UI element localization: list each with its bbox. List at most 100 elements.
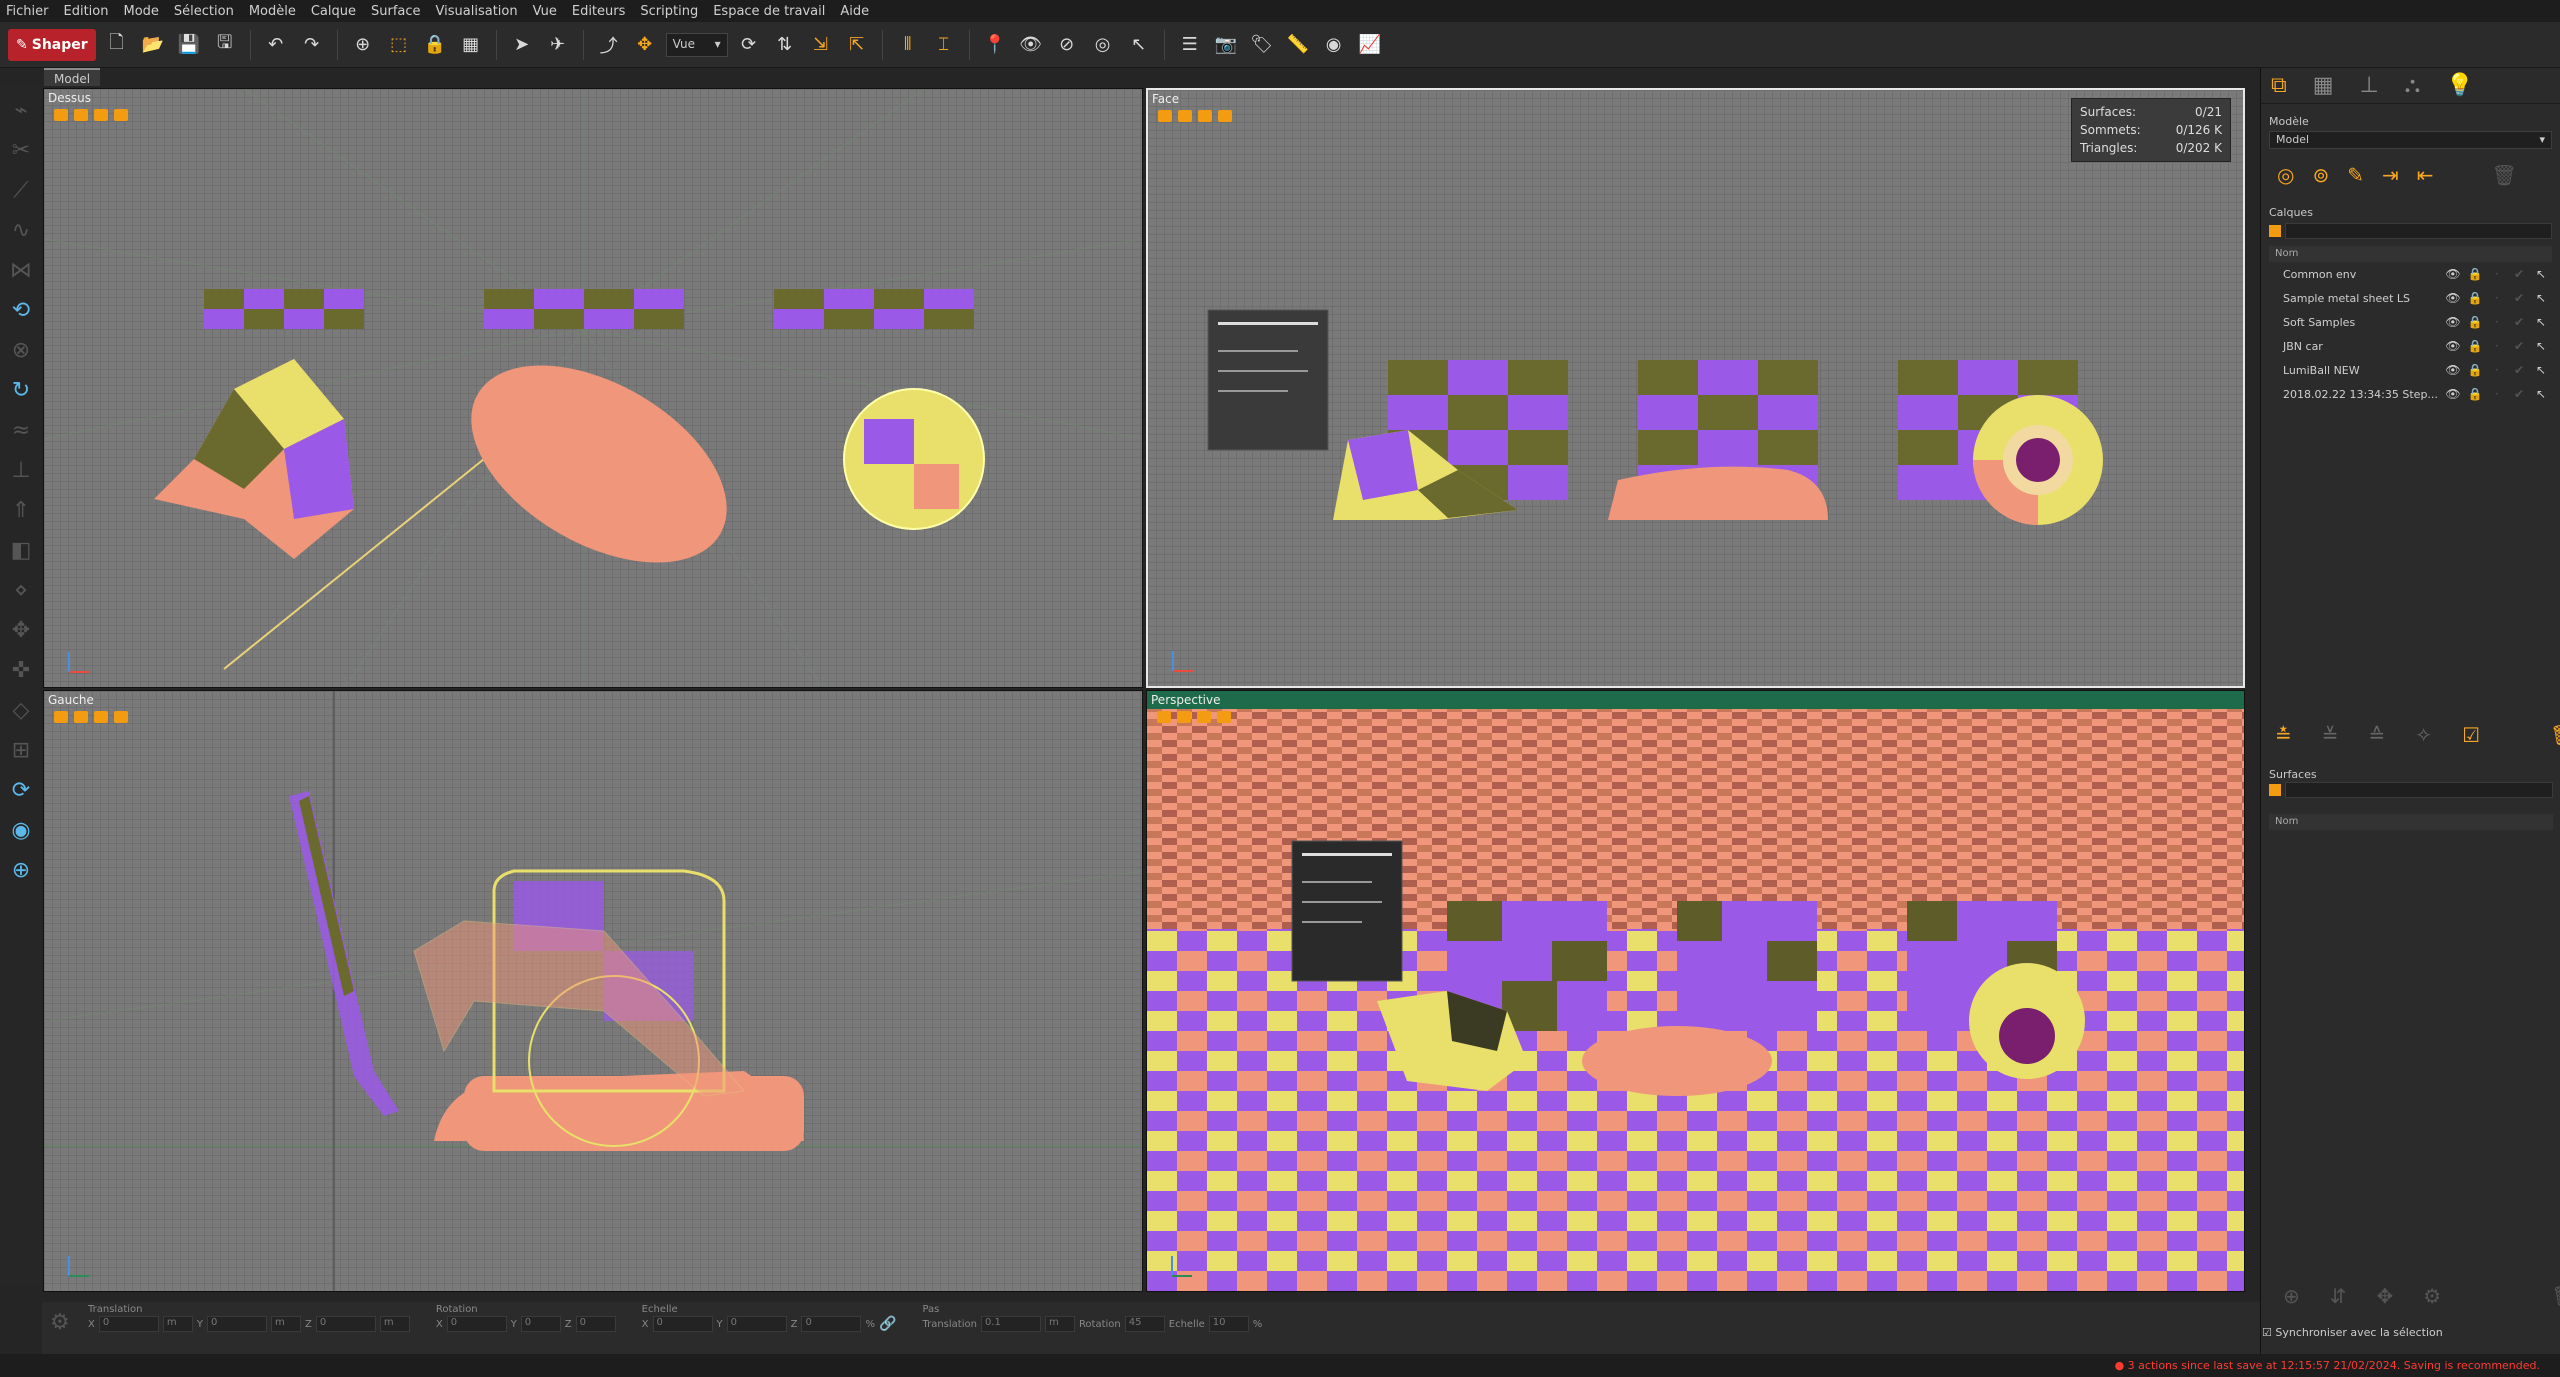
viewport-camera-icons[interactable] [54, 109, 128, 121]
menu-item-2[interactable]: Mode [123, 4, 158, 19]
rotation-y-field[interactable]: 0 [520, 1316, 561, 1332]
tab-model-icon[interactable]: ⧉ [2271, 73, 2287, 98]
dot-icon[interactable]: · [2486, 387, 2508, 401]
surface-move-icon[interactable]: ⊕ [2283, 1284, 2300, 1308]
orbit-icon[interactable]: ⟳ [5, 778, 37, 808]
menu-item-7[interactable]: Visualisation [436, 4, 518, 19]
weld-icon[interactable]: ⊗ [5, 338, 37, 368]
isolate-icon[interactable]: ◎ [1088, 30, 1118, 60]
dot-icon[interactable]: · [2486, 339, 2508, 353]
link-scale-icon[interactable]: 🔗 [879, 1316, 896, 1332]
plane-icon[interactable]: ✈ [543, 30, 573, 60]
move-vertex-icon[interactable]: ✥ [5, 618, 37, 648]
surface-align-icon[interactable]: ✥ [2377, 1284, 2394, 1308]
lock-icon[interactable]: 🔒 [2464, 291, 2486, 305]
lock-icon[interactable]: 🔒 [2464, 315, 2486, 329]
measure-icon[interactable]: 📏 [1283, 30, 1313, 60]
menu-item-10[interactable]: Scripting [640, 4, 698, 19]
snap-grid-icon[interactable]: ⊞ [5, 738, 37, 768]
save-icon[interactable]: 💾 [174, 30, 204, 60]
vertex-icon[interactable]: ⋄ [5, 578, 37, 608]
pin-icon[interactable]: 📍 [980, 30, 1010, 60]
save-as-icon[interactable]: 🖫 [210, 30, 240, 60]
check-icon[interactable]: ✔ [2508, 363, 2530, 377]
menu-item-12[interactable]: Aide [840, 4, 869, 19]
mirror-icon[interactable]: ⫴ [893, 30, 923, 60]
translation-x-unit[interactable]: m [162, 1316, 193, 1332]
viewport-camera-icons[interactable] [1157, 711, 1231, 723]
tab-light-icon[interactable]: 💡 [2446, 73, 2473, 98]
document-tab[interactable]: Model [44, 68, 101, 86]
scale-x-field[interactable]: 0 [652, 1316, 713, 1332]
layer-row[interactable]: Soft Samples 👁 🔒 · ✔ ↖ [2269, 310, 2552, 334]
settings-sliders-icon[interactable]: ☰ [1175, 30, 1205, 60]
eye-icon[interactable]: 👁 [2442, 339, 2464, 353]
menu-item-5[interactable]: Calque [311, 4, 356, 19]
menu-item-11[interactable]: Espace de travail [713, 4, 825, 19]
sync-selection-checkbox[interactable]: ☑ Synchroniser avec la sélection [2262, 1326, 2443, 1339]
lock-icon[interactable]: 🔒 [2464, 387, 2486, 401]
menu-item-4[interactable]: Modèle [249, 4, 296, 19]
eye-icon[interactable]: 👁 [2442, 387, 2464, 401]
pick-icon[interactable]: ✎ [2347, 163, 2364, 187]
transform-icon[interactable]: ⊕ [348, 30, 378, 60]
surface-sort-icon[interactable]: ⇵ [2330, 1284, 2347, 1308]
cursor-icon[interactable]: ↖ [2530, 339, 2552, 353]
eye-icon[interactable]: 👁 [2442, 363, 2464, 377]
dot-icon[interactable]: · [2486, 267, 2508, 281]
viewport-camera-icons[interactable] [54, 711, 128, 723]
new-file-icon[interactable]: 🗋 [102, 30, 132, 60]
layer-row[interactable]: JBN car 👁 🔒 · ✔ ↖ [2269, 334, 2552, 358]
translation-y-field[interactable]: 0 [206, 1316, 267, 1332]
layer-row[interactable]: Common env 👁 🔒 · ✔ ↖ [2269, 262, 2552, 286]
check-icon[interactable]: ✔ [2508, 267, 2530, 281]
pointer-icon[interactable]: ➤ [507, 30, 537, 60]
rotate-icon[interactable]: ⟳ [734, 30, 764, 60]
link-in-icon[interactable]: ⇥ [2382, 163, 2399, 187]
select-box-icon[interactable]: ⬚ [384, 30, 414, 60]
cursor-icon[interactable]: ↖ [2530, 363, 2552, 377]
undo-icon[interactable]: ↶ [261, 30, 291, 60]
menu-item-3[interactable]: Sélection [174, 4, 234, 19]
model-select[interactable]: Model ▾ [2269, 131, 2552, 149]
layer-check-icon[interactable]: ☑ [2462, 723, 2480, 747]
lock-icon[interactable]: 🔒 [2464, 339, 2486, 353]
layer-row[interactable]: 2018.02.22 13:34:35 Step... 👁 🔒 · ✔ ↖ [2269, 382, 2552, 406]
add-layer-icon[interactable]: ≛ [2275, 723, 2292, 747]
surfaces-search-input[interactable] [2285, 782, 2553, 798]
open-folder-icon[interactable]: 📂 [138, 30, 168, 60]
menu-item-6[interactable]: Surface [371, 4, 421, 19]
redo-icon[interactable]: ↷ [297, 30, 327, 60]
step-scale-field[interactable]: 10 [1208, 1316, 1249, 1332]
tab-transform-icon[interactable]: ⊥ [2360, 73, 2379, 98]
eye-icon[interactable]: ◉ [5, 818, 37, 848]
eye-icon[interactable]: 👁 [2442, 315, 2464, 329]
camera-icon[interactable]: 📷 [1211, 30, 1241, 60]
hide-icon[interactable]: ⊘ [1052, 30, 1082, 60]
dot-icon[interactable]: · [2486, 291, 2508, 305]
viewport-front[interactable]: Face Surfaces: 0/21 Sommets: 0/126 K Trian… [1146, 88, 2245, 688]
brand-button[interactable]: ✎ Shaper [8, 28, 96, 61]
render-icon[interactable]: ◉ [1319, 30, 1349, 60]
translation-z-field[interactable]: 0 [315, 1316, 376, 1332]
curve-icon[interactable]: ∿ [5, 218, 37, 248]
step-translation-field[interactable]: 0.1 [980, 1316, 1041, 1332]
multi-target-icon[interactable]: ⊚ [2312, 163, 2329, 187]
deform-icon[interactable]: ⟲ [5, 298, 37, 328]
pick-tool-icon[interactable]: ⤴ [594, 30, 624, 60]
surface-tool-icon[interactable]: ⚙ [2423, 1284, 2441, 1308]
menu-item-1[interactable]: Edition [64, 4, 109, 19]
translation-y-unit[interactable]: m [270, 1316, 301, 1332]
layer-tools-icon[interactable]: ✧ [2415, 723, 2432, 747]
scale-z-field[interactable]: 0 [801, 1316, 862, 1332]
lock-icon[interactable]: 🔒 [420, 30, 450, 60]
viewport-camera-icons[interactable] [1158, 110, 1232, 122]
layer-up-icon[interactable]: ≚ [2322, 723, 2339, 747]
pivot-icon[interactable]: ◇ [5, 698, 37, 728]
viewport-perspective[interactable]: Perspective [1146, 690, 2245, 1292]
layer-row[interactable]: LumiBall NEW 👁 🔒 · ✔ ↖ [2269, 358, 2552, 382]
bend-icon[interactable]: ↻ [5, 378, 37, 408]
cursor-icon[interactable]: ↖ [2530, 267, 2552, 281]
eye-icon[interactable]: 👁 [2442, 267, 2464, 281]
layers-search-input[interactable] [2285, 223, 2552, 239]
